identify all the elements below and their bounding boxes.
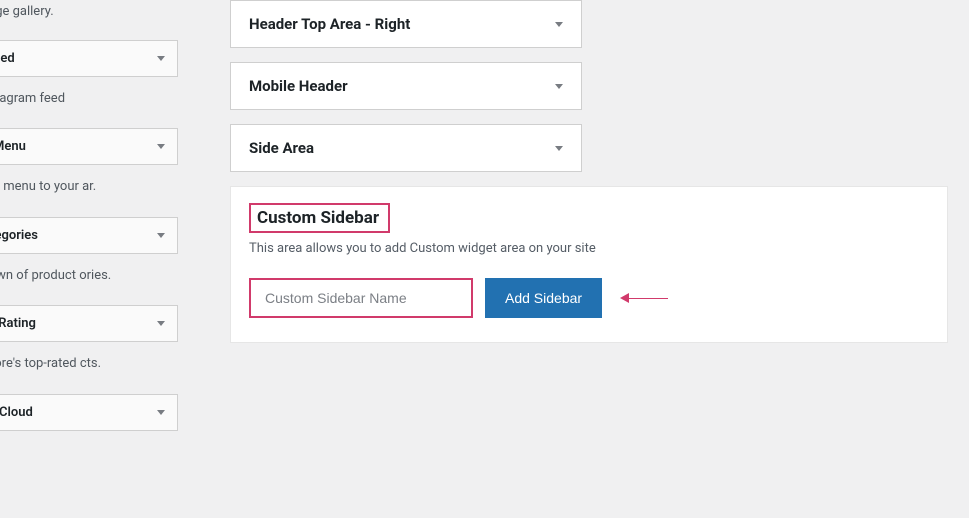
panel-description: This area allows you to add Custom widge…	[249, 241, 929, 256]
widget-title: gation Menu	[0, 139, 26, 154]
chevron-down-icon	[555, 22, 563, 27]
chevron-down-icon	[157, 233, 165, 238]
widget-product-tag-cloud[interactable]: uct Tag Cloud	[0, 394, 178, 431]
widget-description: navigation menu to your ar.	[0, 165, 178, 217]
chevron-down-icon	[157, 410, 165, 415]
chevron-down-icon	[555, 146, 563, 151]
area-label: Side Area	[249, 139, 314, 157]
widget-description: y your Instagram feed	[0, 77, 178, 129]
widget-description: or dropdown of product ories.	[0, 254, 178, 306]
widget-title: uct Categories	[0, 228, 38, 243]
area-header-top-right[interactable]: Header Top Area - Right	[230, 0, 582, 48]
chevron-down-icon	[555, 84, 563, 89]
area-label: Mobile Header	[249, 77, 348, 95]
widget-title: ucts by Rating	[0, 316, 36, 331]
custom-sidebar-form: Add Sidebar	[249, 278, 929, 318]
area-side-area[interactable]: Side Area	[230, 124, 582, 172]
widget-navigation-menu[interactable]: gation Menu	[0, 128, 178, 165]
area-mobile-header[interactable]: Mobile Header	[230, 62, 582, 110]
widget-description: of your store's top-rated cts.	[0, 342, 178, 394]
widget-title: gram Feed	[0, 51, 15, 66]
highlight-box: Custom Sidebar	[249, 203, 390, 233]
chevron-down-icon	[157, 56, 165, 61]
panel-title: Custom Sidebar	[257, 208, 379, 228]
sidebar-areas-column: Header Top Area - Right Mobile Header Si…	[230, 0, 950, 343]
arrow-left-icon	[620, 293, 668, 303]
widget-description: ys an image gallery.	[0, 0, 178, 40]
widget-product-categories[interactable]: uct Categories	[0, 217, 178, 254]
widget-title: uct Tag Cloud	[0, 405, 33, 420]
area-label: Header Top Area - Right	[249, 15, 410, 33]
chevron-down-icon	[157, 144, 165, 149]
custom-sidebar-name-input[interactable]	[249, 278, 473, 318]
custom-sidebar-panel: Custom Sidebar This area allows you to a…	[230, 186, 948, 343]
chevron-down-icon	[157, 321, 165, 326]
available-widgets-column: ys an image gallery. gram Feed y your In…	[0, 0, 178, 431]
widget-instagram-feed[interactable]: gram Feed	[0, 40, 178, 77]
widget-products-by-rating[interactable]: ucts by Rating	[0, 305, 178, 342]
add-sidebar-button[interactable]: Add Sidebar	[485, 278, 602, 318]
